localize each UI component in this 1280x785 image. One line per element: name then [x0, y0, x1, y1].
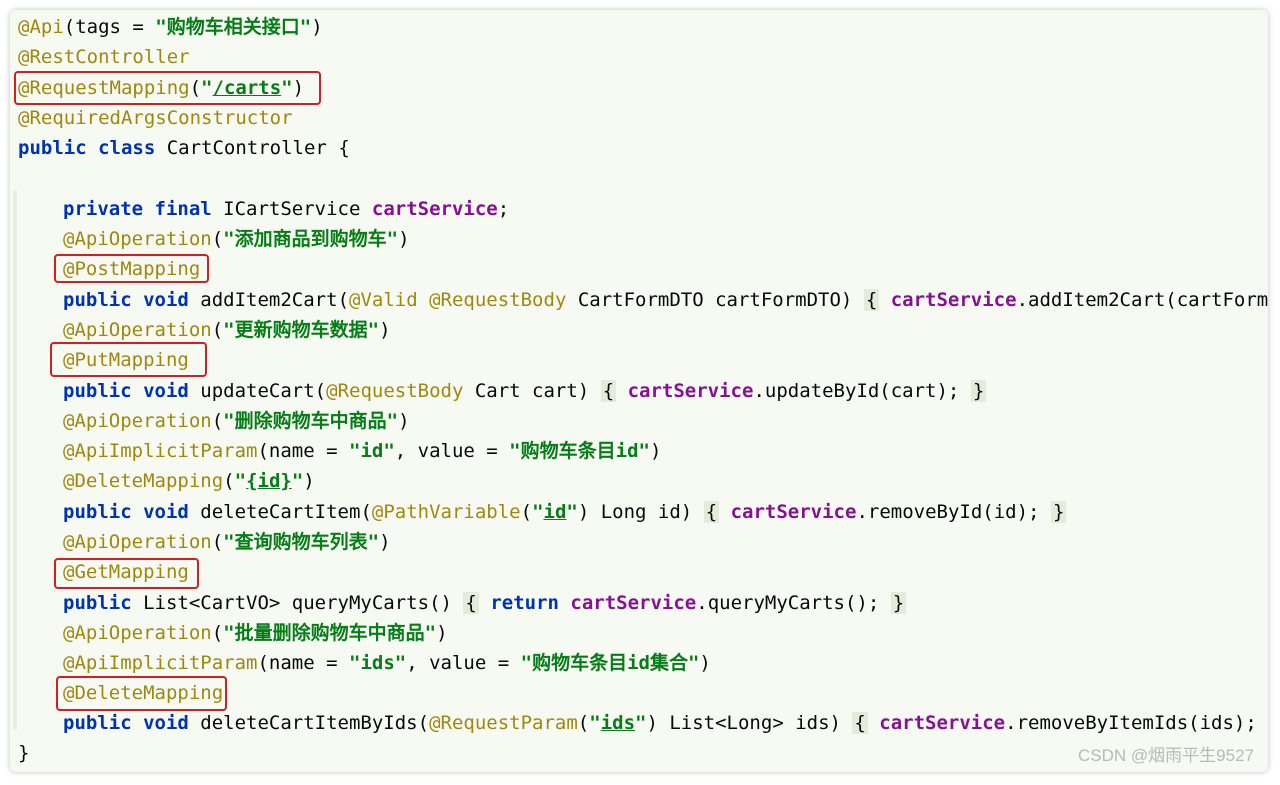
call-add: addItem2Cart(cartFormD — [1028, 289, 1268, 311]
highlight-box-getmapping — [54, 558, 199, 589]
code-line-apioperation-query: @ApiOperation("查询购物车列表") — [63, 531, 391, 553]
code-line-query-method: public List<CartVO> queryMyCarts() { ret… — [63, 592, 907, 614]
path-var: id — [543, 501, 567, 523]
code-line-delete-method: public void deleteCartItem(@PathVariable… — [63, 501, 1067, 523]
call-delete: removeById(id); — [867, 501, 1040, 523]
code-line-field: private final ICartService cartService; — [63, 198, 510, 220]
method-batch: deleteCartItemByIds — [200, 712, 418, 734]
param-name-ids: ids — [360, 652, 395, 674]
field-name: cartService — [371, 198, 498, 220]
method-update: updateCart — [200, 380, 315, 402]
code-line-apioperation-delete: @ApiOperation("删除购物车中商品") — [63, 410, 410, 432]
param-name-id: id — [360, 440, 384, 462]
method-delete: deleteCartItem — [200, 501, 361, 523]
call-query: queryMyCarts(); — [707, 592, 880, 614]
code-line-deletemapping-id: @DeleteMapping("{id}") — [63, 470, 315, 492]
code-screenshot-frame: @Api(tags = "购物车相关接口") @RestController @… — [10, 10, 1268, 772]
req-param: ids — [600, 712, 636, 734]
code-line-class-decl: public class CartController { — [18, 137, 350, 159]
indent-guide — [13, 190, 17, 730]
class-name: CartController — [166, 137, 327, 159]
code-line-apioperation-batch: @ApiOperation("批量删除购物车中商品") — [63, 622, 448, 644]
method-query: queryMyCarts — [291, 592, 430, 614]
op-add: 添加商品到购物车 — [234, 228, 387, 250]
code-line-update-method: public void updateCart(@RequestBody Cart… — [63, 380, 987, 402]
code-line-apiimplicitparam-ids: @ApiImplicitParam(name = "ids", value = … — [63, 652, 711, 674]
code-line-add-method: public void addItem2Cart(@Valid @Request… — [63, 285, 1268, 315]
param-value-id: 购物车条目id — [520, 440, 639, 462]
code-line-restcontroller: @RestController — [18, 46, 190, 68]
call-update: updateById(cart); — [764, 380, 960, 402]
op-query: 查询购物车列表 — [234, 531, 368, 553]
highlight-box-deletemapping — [56, 676, 227, 711]
op-batch: 批量删除购物车中商品 — [234, 622, 425, 644]
watermark: CSDN @烟雨平生9527 — [1078, 746, 1254, 765]
code-line-apioperation-add: @ApiOperation("添加商品到购物车") — [63, 228, 410, 250]
param-value-ids: 购物车条目id集合 — [532, 652, 688, 674]
method-add: addItem2Cart — [200, 289, 338, 311]
highlight-box-postmapping — [54, 254, 209, 283]
delete-path: {id} — [246, 470, 292, 492]
op-delete: 删除购物车中商品 — [234, 410, 387, 432]
highlight-box-requestmapping — [14, 71, 321, 105]
code-line-apioperation-update: @ApiOperation("更新购物车数据") — [63, 319, 391, 341]
call-batch: removeByItemIds(ids); — [1016, 712, 1257, 734]
code-line-batch-method: public void deleteCartItemByIds(@Request… — [63, 708, 1268, 738]
tags-value: 购物车相关接口 — [166, 16, 300, 38]
highlight-box-putmapping — [50, 342, 207, 377]
code-line-requiredargs: @RequiredArgsConstructor — [18, 107, 293, 129]
op-update: 更新购物车数据 — [234, 319, 368, 341]
code-line-apiimplicitparam-id: @ApiImplicitParam(name = "id", value = "… — [63, 440, 662, 462]
code-line-api-tags: @Api(tags = "购物车相关接口") — [18, 16, 323, 38]
code-editor: @Api(tags = "购物车相关接口") @RestController @… — [10, 10, 1268, 772]
code-line-class-close: } — [18, 742, 30, 764]
